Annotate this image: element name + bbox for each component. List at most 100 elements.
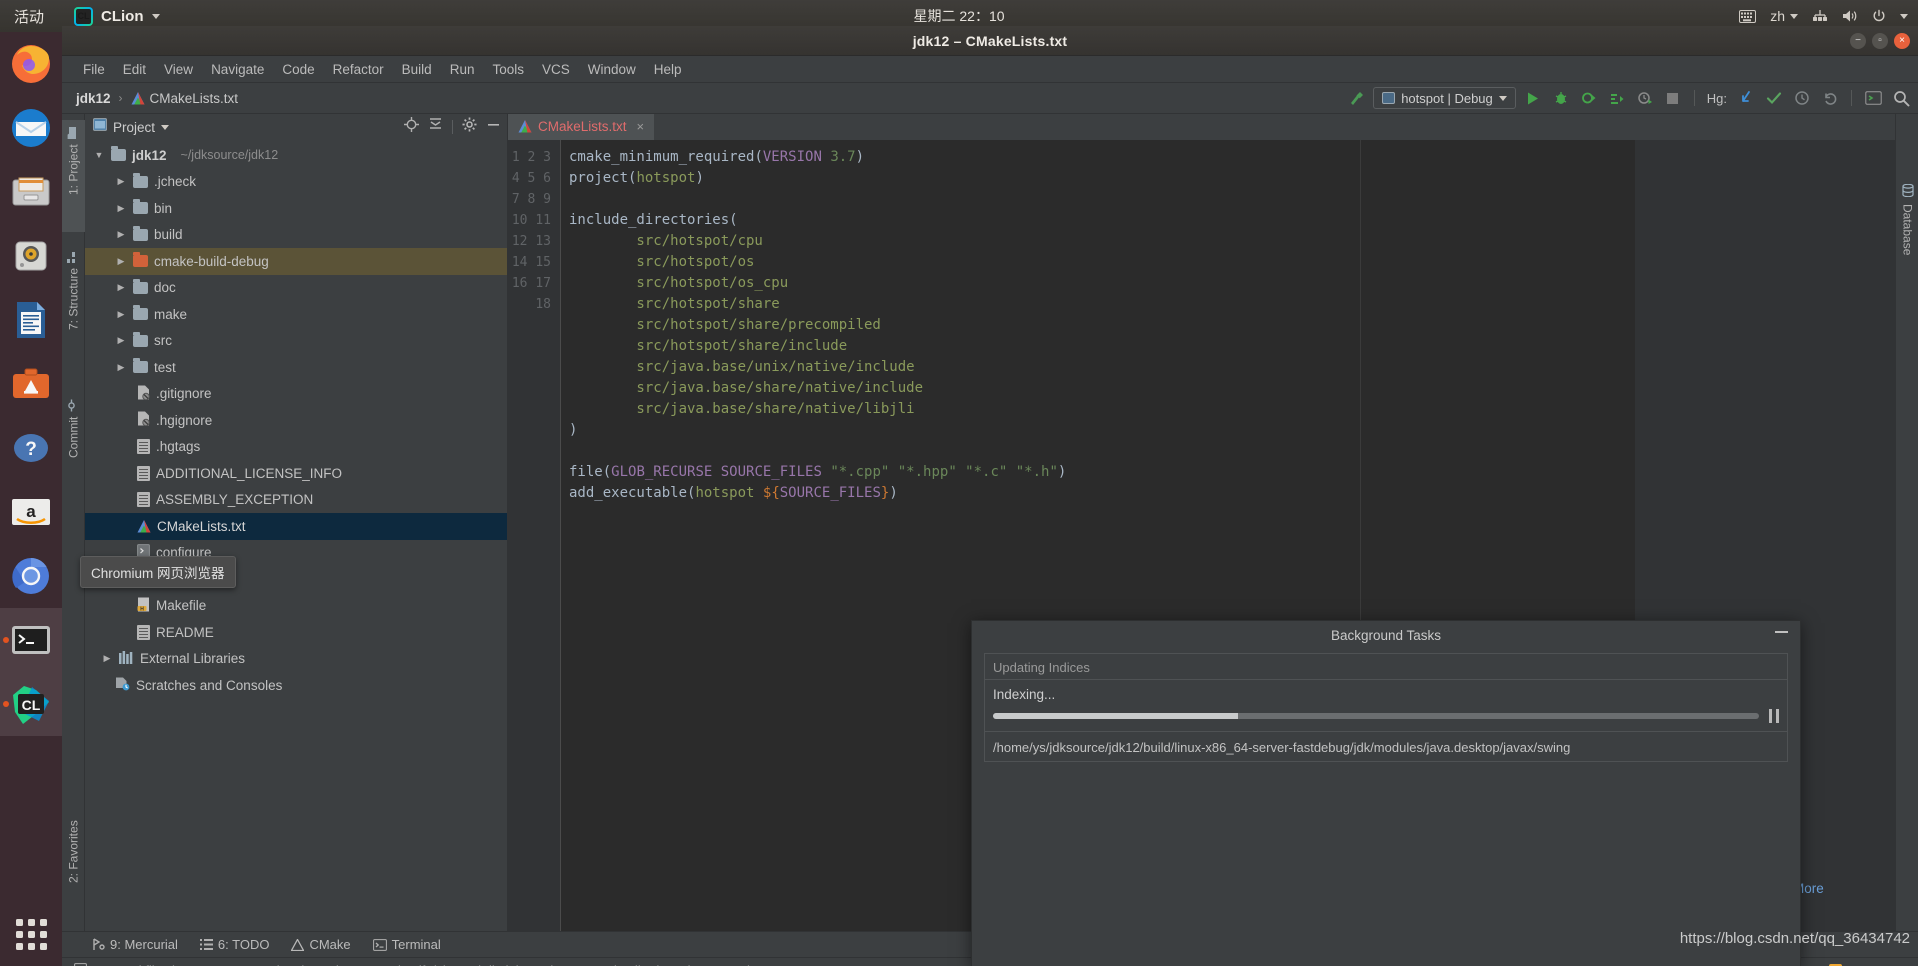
build-hammer-icon[interactable]	[1345, 87, 1367, 109]
sidebar-item-commit[interactable]: Commit	[62, 392, 85, 492]
sidebar-item-database[interactable]: Database	[1896, 178, 1918, 290]
debug-button[interactable]	[1550, 87, 1572, 109]
sidebar-item-structure[interactable]: 7: Structure	[62, 244, 85, 379]
bottom-tab-mercurial[interactable]: 9: Mercurial	[92, 937, 178, 952]
chevron-right-icon[interactable]: ▶	[115, 203, 127, 214]
run-configuration-selector[interactable]: hotspot | Debug	[1373, 87, 1516, 109]
menu-window[interactable]: Window	[579, 60, 645, 79]
menu-build[interactable]: Build	[393, 60, 441, 79]
update-project-icon[interactable]	[1735, 87, 1757, 109]
bottom-tab-cmake[interactable]: CMake	[291, 937, 351, 952]
tree-node-additional-license-info[interactable]: ADDITIONAL_LICENSE_INFO	[85, 460, 507, 487]
chevron-right-icon[interactable]: ▶	[115, 256, 127, 267]
collapse-all-icon[interactable]	[428, 117, 443, 137]
tree-node-hgignore[interactable]: .hgignore	[85, 407, 507, 434]
status-message-area[interactable]: External file changes sync may be slow: …	[74, 963, 752, 966]
window-controls[interactable]: − ▫ ×	[1850, 32, 1910, 49]
search-icon[interactable]	[1890, 87, 1912, 109]
tab-cmakelists-txt[interactable]: CMakeLists.txt ×	[508, 114, 655, 140]
gear-icon[interactable]	[462, 117, 477, 137]
breadcrumb-file[interactable]: CMakeLists.txt	[150, 91, 239, 106]
dock-item-libreoffice-writer[interactable]	[0, 288, 62, 352]
tree-node-jcheck[interactable]: ▶ .jcheck	[85, 169, 507, 196]
keyboard-icon[interactable]	[1739, 9, 1757, 23]
tree-node-readme[interactable]: README	[85, 619, 507, 646]
clock[interactable]: 星期二 22：10	[913, 6, 1004, 26]
chevron-right-icon[interactable]: ▶	[101, 653, 113, 664]
chevron-down-icon[interactable]	[1900, 13, 1908, 19]
app-menu[interactable]: CLion	[74, 6, 160, 26]
chevron-down-icon[interactable]: ▼	[93, 150, 105, 160]
dock-item-terminal[interactable]	[0, 608, 62, 672]
tree-node-src[interactable]: ▶ src	[85, 328, 507, 355]
menu-file[interactable]: File	[74, 60, 114, 79]
tree-node-external-libraries[interactable]: ▶ External Libraries	[85, 646, 507, 673]
rollback-icon[interactable]	[1819, 87, 1841, 109]
pause-icon[interactable]	[1769, 709, 1779, 723]
chevron-right-icon[interactable]: ▶	[115, 309, 127, 320]
menu-help[interactable]: Help	[645, 60, 691, 79]
language-indicator[interactable]: zh	[1770, 8, 1798, 24]
breadcrumb-project[interactable]: jdk12	[76, 91, 111, 106]
terminal-toolbar-icon[interactable]	[1862, 87, 1884, 109]
dock-item-firefox[interactable]	[0, 32, 62, 96]
minimize-button[interactable]: −	[1850, 32, 1866, 49]
project-tree[interactable]: ▼ jdk12 ~/jdksource/jdk12 ▶ .jcheck ▶ bi…	[85, 140, 507, 931]
run-button[interactable]	[1522, 87, 1544, 109]
dock-item-rhythmbox[interactable]	[0, 224, 62, 288]
tree-node-doc[interactable]: ▶ doc	[85, 275, 507, 302]
sidebar-item-favorites[interactable]: 2: Favorites	[62, 814, 85, 942]
show-applications-button[interactable]	[0, 906, 62, 962]
event-log-button[interactable]: Event Log	[1849, 963, 1908, 966]
bottom-tab-todo[interactable]: 6: TODO	[199, 937, 269, 952]
tree-node-make[interactable]: ▶ make	[85, 301, 507, 328]
menu-vcs[interactable]: VCS	[533, 60, 579, 79]
tree-node-cmakelists-txt[interactable]: CMakeLists.txt	[85, 513, 507, 540]
dock-item-clion[interactable]: CL	[0, 672, 62, 736]
menu-refactor[interactable]: Refactor	[324, 60, 393, 79]
tree-node-hgtags[interactable]: .hgtags	[85, 434, 507, 461]
dock-item-amazon[interactable]: a	[0, 480, 62, 544]
attach-profiler-button[interactable]	[1634, 87, 1656, 109]
system-indicators[interactable]: zh	[1739, 8, 1908, 24]
dock-item-thunderbird[interactable]	[0, 96, 62, 160]
run-with-coverage-button[interactable]	[1578, 87, 1600, 109]
tree-node-makefile[interactable]: H Makefile	[85, 593, 507, 620]
dock-item-help[interactable]: ?	[0, 416, 62, 480]
locate-icon[interactable]	[404, 117, 419, 137]
hide-panel-icon[interactable]	[486, 117, 501, 137]
chevron-right-icon[interactable]: ▶	[115, 176, 127, 187]
dock-item-ubuntu-software[interactable]	[0, 352, 62, 416]
maximize-button[interactable]: ▫	[1872, 32, 1888, 49]
menu-navigate[interactable]: Navigate	[202, 60, 273, 79]
tree-node-test[interactable]: ▶ test	[85, 354, 507, 381]
tree-node-build[interactable]: ▶ build	[85, 222, 507, 249]
chevron-right-icon[interactable]: ▶	[115, 362, 127, 373]
chevron-right-icon[interactable]: ▶	[115, 282, 127, 293]
stop-button[interactable]	[1662, 87, 1684, 109]
sidebar-item-project[interactable]: 1: Project	[62, 120, 85, 232]
activities-button[interactable]: 活动	[14, 6, 44, 27]
tree-node-jdk12[interactable]: ▼ jdk12 ~/jdksource/jdk12	[85, 142, 507, 169]
commit-icon[interactable]	[1763, 87, 1785, 109]
menu-code[interactable]: Code	[273, 60, 323, 79]
menu-run[interactable]: Run	[441, 60, 484, 79]
close-button[interactable]: ×	[1894, 32, 1910, 49]
dock-item-chromium[interactable]	[0, 544, 62, 608]
chevron-right-icon[interactable]: ▶	[115, 229, 127, 240]
menu-edit[interactable]: Edit	[114, 60, 155, 79]
tree-node-scratches-and-consoles[interactable]: Scratches and Consoles	[85, 672, 507, 699]
tree-node-gitignore[interactable]: .gitignore	[85, 381, 507, 408]
menu-view[interactable]: View	[155, 60, 202, 79]
tree-node-assembly-exception[interactable]: ASSEMBLY_EXCEPTION	[85, 487, 507, 514]
dock-item-files[interactable]	[0, 160, 62, 224]
bottom-tab-terminal[interactable]: Terminal	[372, 937, 441, 952]
history-icon[interactable]	[1791, 87, 1813, 109]
menu-tools[interactable]: Tools	[483, 60, 533, 79]
volume-icon[interactable]	[1842, 9, 1858, 23]
profile-button[interactable]	[1606, 87, 1628, 109]
chevron-down-icon[interactable]	[161, 124, 170, 130]
minimize-icon[interactable]	[1775, 631, 1788, 633]
power-icon[interactable]	[1872, 9, 1886, 23]
close-icon[interactable]: ×	[637, 119, 645, 134]
